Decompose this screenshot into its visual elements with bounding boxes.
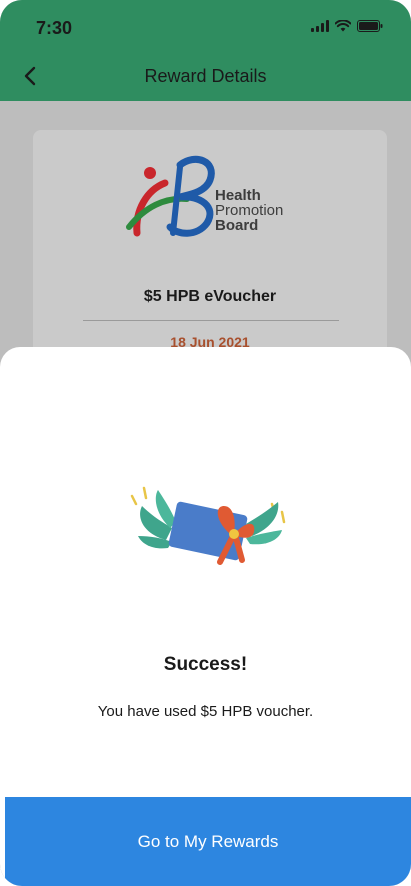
divider	[83, 320, 339, 321]
gift-voucher-icon	[130, 486, 286, 565]
logo-text-line: Promotion	[215, 202, 284, 219]
status-icons	[311, 20, 383, 32]
app-header: 7:30 Reward Details	[0, 0, 411, 101]
status-time: 7:30	[36, 18, 73, 38]
logo-text-line: Board	[215, 217, 259, 234]
reward-card: Health Promotion Board $5 HPB eVoucher 1…	[33, 130, 387, 380]
success-message: You have used $5 HPB voucher.	[97, 703, 314, 720]
wifi-icon	[335, 20, 351, 32]
success-title: Success!	[163, 654, 248, 675]
reward-title: $5 HPB eVoucher	[143, 288, 277, 305]
page-title: Reward Details	[144, 66, 267, 86]
battery-icon	[357, 20, 383, 32]
logo-text-line: Health	[215, 187, 261, 204]
phone-screen: 7:30 Reward Details Health Promotion Boa…	[0, 0, 411, 886]
signal-icon	[311, 20, 329, 32]
go-to-my-rewards-button[interactable]: Go to My Rewards	[5, 797, 411, 886]
